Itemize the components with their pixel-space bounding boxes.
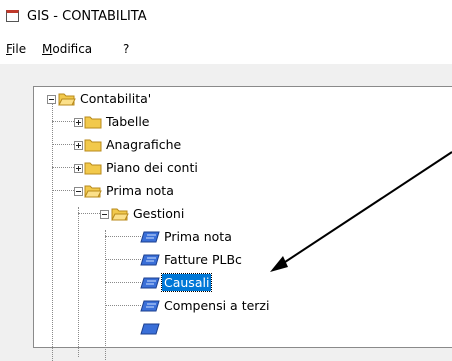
annotation-arrow [270, 151, 452, 272]
